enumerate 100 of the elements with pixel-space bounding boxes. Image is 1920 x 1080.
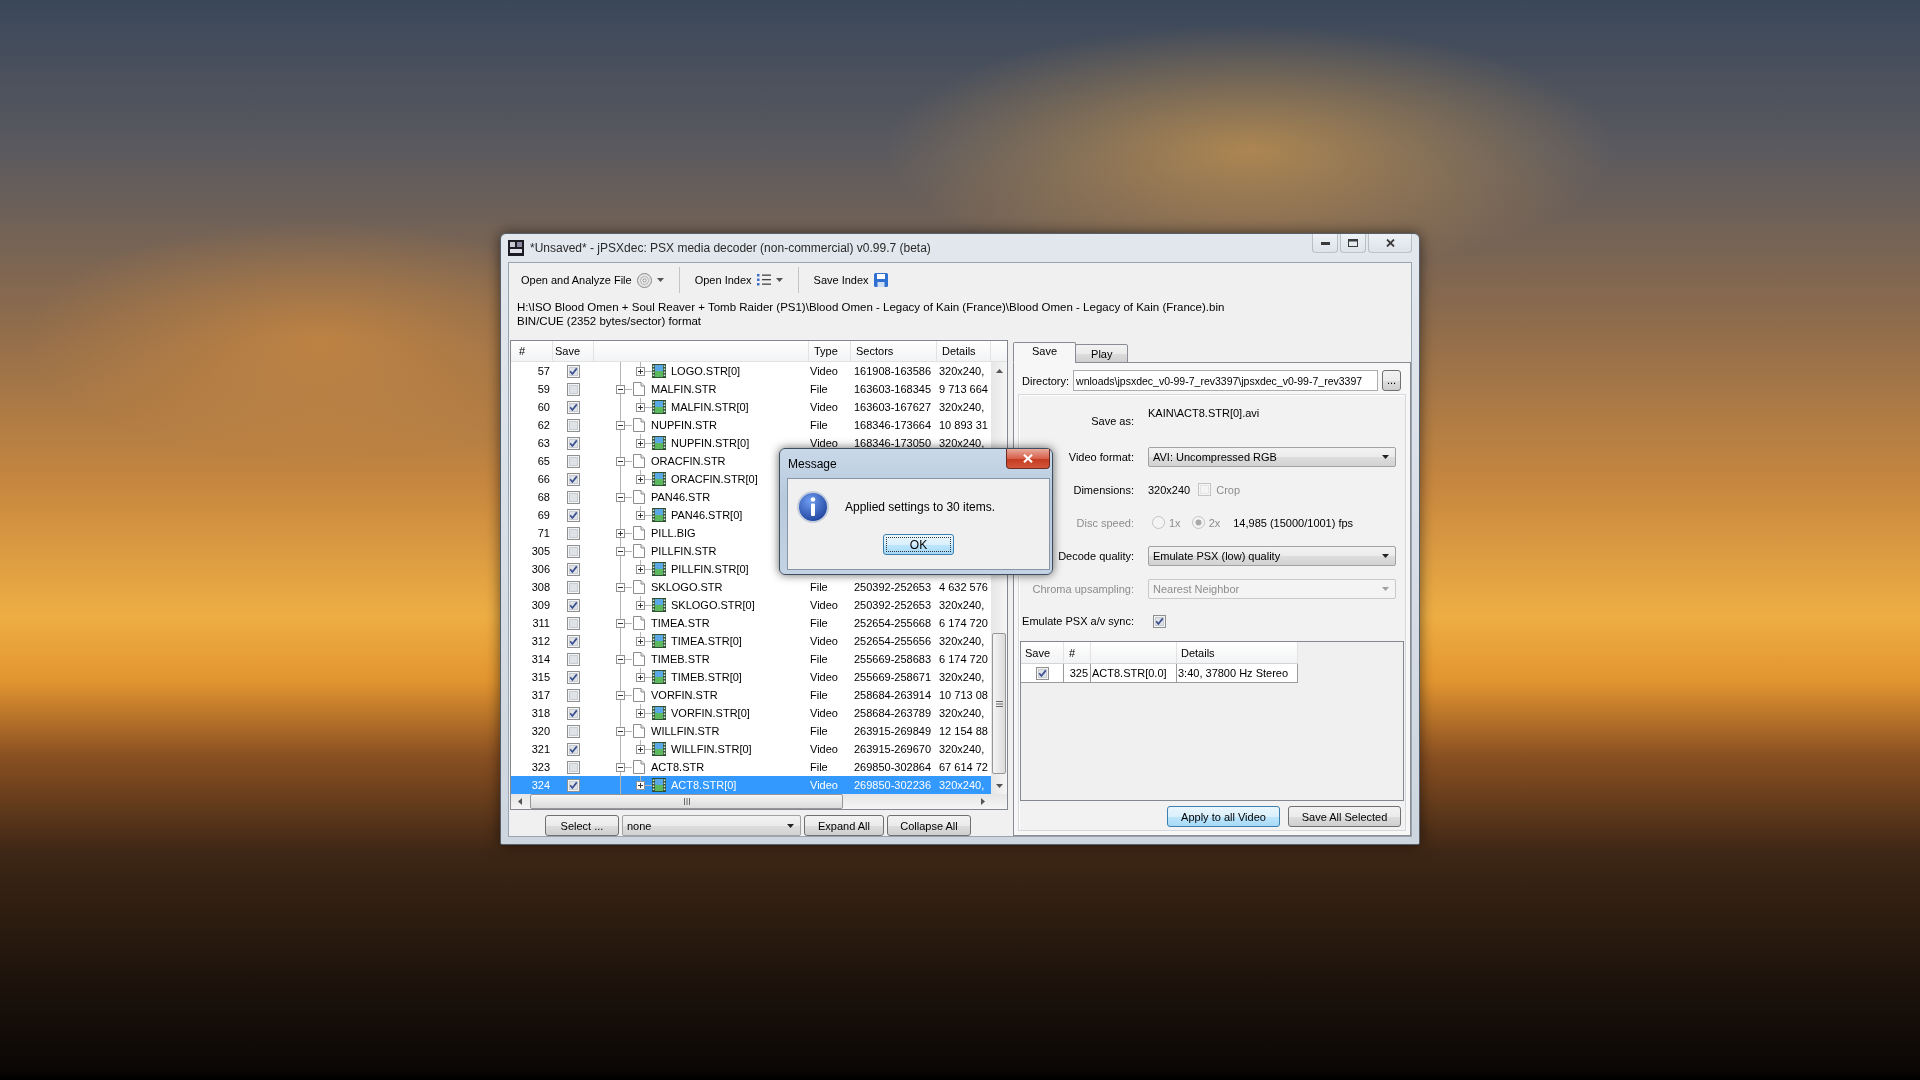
file-row[interactable]: 59 MALFIN.STR File 163603-168345 9 713 664	[511, 380, 991, 398]
scrollbar-thumb[interactable]	[992, 633, 1006, 774]
minimize-button[interactable]	[1312, 234, 1338, 253]
dropdown[interactable]: Emulate PSX (low) quality	[1148, 545, 1396, 566]
selection-dropdown[interactable]: none	[622, 815, 801, 836]
dropdown[interactable]: AVI: Uncompressed RGB	[1148, 446, 1396, 467]
expand-icon[interactable]	[636, 708, 645, 718]
file-row[interactable]: 60 MALFIN.STR[0] Video 163603-167627 320x240,	[511, 398, 991, 416]
file-row[interactable]: 309 SKLOGO.STR[0] Video 250392-252653 320x240,	[511, 596, 991, 614]
checkbox[interactable]	[567, 508, 580, 522]
tab[interactable]: Save	[1013, 342, 1077, 363]
column-header[interactable]: #	[511, 341, 553, 361]
collapse-icon[interactable]	[616, 384, 625, 394]
directory-field[interactable]: wnloads\jpsxdec_v0-99-7_rev3397\jpsxdec_v0-99-7_rev3397	[1073, 370, 1378, 391]
expand-icon[interactable]	[636, 600, 645, 610]
checkbox[interactable]	[567, 562, 580, 576]
checkbox[interactable]	[567, 490, 580, 504]
checkbox[interactable]	[567, 580, 580, 594]
toolbar-button[interactable]: Save Index	[804, 267, 897, 293]
column-header[interactable]: Sectors	[851, 341, 937, 361]
checkbox[interactable]	[567, 778, 580, 792]
maximize-button[interactable]	[1340, 234, 1366, 253]
checkbox[interactable]	[567, 472, 580, 486]
expand-icon[interactable]	[636, 366, 645, 376]
expand-all-button[interactable]: Expand All	[804, 815, 884, 836]
checkbox[interactable]	[567, 688, 580, 702]
action-button[interactable]: Save All Selected	[1288, 806, 1401, 827]
collapse-icon[interactable]	[616, 690, 625, 700]
file-row[interactable]: 320 WILLFIN.STR File 263915-269849 12 154 88	[511, 722, 991, 740]
audio-row[interactable]: 325 ACT8.STR[0.0] 3:40, 37800 Hz Stereo	[1021, 664, 1298, 683]
expand-icon[interactable]	[636, 510, 645, 520]
file-row[interactable]: 63 NUPFIN.STR[0] Video 168346-173050 320x240,	[511, 434, 991, 452]
file-row[interactable]: 314 TIMEB.STR File 255669-258683 6 174 720	[511, 650, 991, 668]
action-button[interactable]: Apply to all Video	[1167, 806, 1280, 827]
file-row[interactable]: 318 VORFIN.STR[0] Video 258684-263789 320x240,	[511, 704, 991, 722]
checkbox[interactable]	[567, 418, 580, 432]
checkbox[interactable]	[567, 742, 580, 756]
checkbox[interactable]	[567, 544, 580, 558]
expand-icon[interactable]	[636, 564, 645, 574]
column-header[interactable]: #	[1064, 642, 1091, 663]
checkbox[interactable]	[567, 526, 580, 540]
expand-icon[interactable]	[636, 474, 645, 484]
scrollbar-thumb[interactable]	[530, 794, 843, 809]
expand-icon[interactable]	[636, 636, 645, 646]
file-row[interactable]: 311 TIMEA.STR File 252654-255668 6 174 720	[511, 614, 991, 632]
select-button[interactable]: Select ...	[545, 815, 619, 836]
expand-icon[interactable]	[616, 528, 625, 538]
file-row[interactable]: 317 VORFIN.STR File 258684-263914 10 713 08	[511, 686, 991, 704]
checkbox[interactable]	[567, 400, 580, 414]
ok-button[interactable]: OK	[883, 534, 954, 555]
dialog-close-button[interactable]	[1006, 449, 1050, 469]
column-header[interactable]: Details	[937, 341, 991, 361]
collapse-icon[interactable]	[616, 654, 625, 664]
checkbox[interactable]	[1153, 614, 1166, 628]
expand-icon[interactable]	[636, 744, 645, 754]
checkbox[interactable]	[567, 616, 580, 630]
file-row[interactable]: 57 LOGO.STR[0] Video 161908-163586 320x240,	[511, 362, 991, 380]
tab[interactable]: Play	[1075, 344, 1129, 363]
expand-icon[interactable]	[636, 402, 645, 412]
toolbar-button[interactable]: Open Index	[685, 267, 792, 293]
expand-icon[interactable]	[636, 438, 645, 448]
file-row[interactable]: 312 TIMEA.STR[0] Video 252654-255656 320x240,	[511, 632, 991, 650]
checkbox[interactable]	[567, 670, 580, 684]
column-header[interactable]: Save	[1021, 642, 1064, 663]
collapse-icon[interactable]	[616, 456, 625, 466]
file-row[interactable]: 315 TIMEB.STR[0] Video 255669-258671 320x240,	[511, 668, 991, 686]
file-row[interactable]: 308 SKLOGO.STR File 250392-252653 4 632 576	[511, 578, 991, 596]
collapse-icon[interactable]	[616, 492, 625, 502]
column-header[interactable]: Details	[1177, 642, 1298, 663]
checkbox[interactable]	[567, 760, 580, 774]
file-row[interactable]: 62 NUPFIN.STR File 168346-173664 10 893 31	[511, 416, 991, 434]
expand-icon[interactable]	[636, 672, 645, 682]
collapse-icon[interactable]	[616, 546, 625, 556]
collapse-icon[interactable]	[616, 726, 625, 736]
checkbox[interactable]	[567, 652, 580, 666]
checkbox[interactable]	[567, 436, 580, 450]
checkbox[interactable]	[567, 598, 580, 612]
checkbox[interactable]	[567, 724, 580, 738]
checkbox[interactable]	[567, 634, 580, 648]
scroll-up-icon	[995, 368, 1003, 373]
checkbox[interactable]	[1035, 666, 1049, 680]
checkbox[interactable]	[567, 706, 580, 720]
checkbox[interactable]	[567, 382, 580, 396]
file-row[interactable]: 321 WILLFIN.STR[0] Video 263915-269670 320x240,	[511, 740, 991, 758]
row-number: 59	[536, 383, 551, 395]
toolbar-button[interactable]: Open and Analyze File	[512, 267, 673, 293]
collapse-icon[interactable]	[616, 420, 625, 430]
browse-button[interactable]: ...	[1382, 370, 1401, 391]
column-header[interactable]: Type	[809, 341, 851, 361]
collapse-icon[interactable]	[616, 762, 625, 772]
horizontal-scrollbar[interactable]	[511, 794, 1007, 809]
checkbox[interactable]	[567, 454, 580, 468]
expand-icon[interactable]	[636, 780, 645, 790]
checkbox[interactable]	[567, 364, 580, 378]
close-button[interactable]	[1368, 234, 1412, 253]
column-header[interactable]: Save	[553, 341, 594, 361]
collapse-icon[interactable]	[616, 582, 625, 592]
collapse-all-button[interactable]: Collapse All	[887, 815, 971, 836]
file-row[interactable]: 323 ACT8.STR File 269850-302864 67 614 72	[511, 758, 991, 776]
collapse-icon[interactable]	[616, 618, 625, 628]
